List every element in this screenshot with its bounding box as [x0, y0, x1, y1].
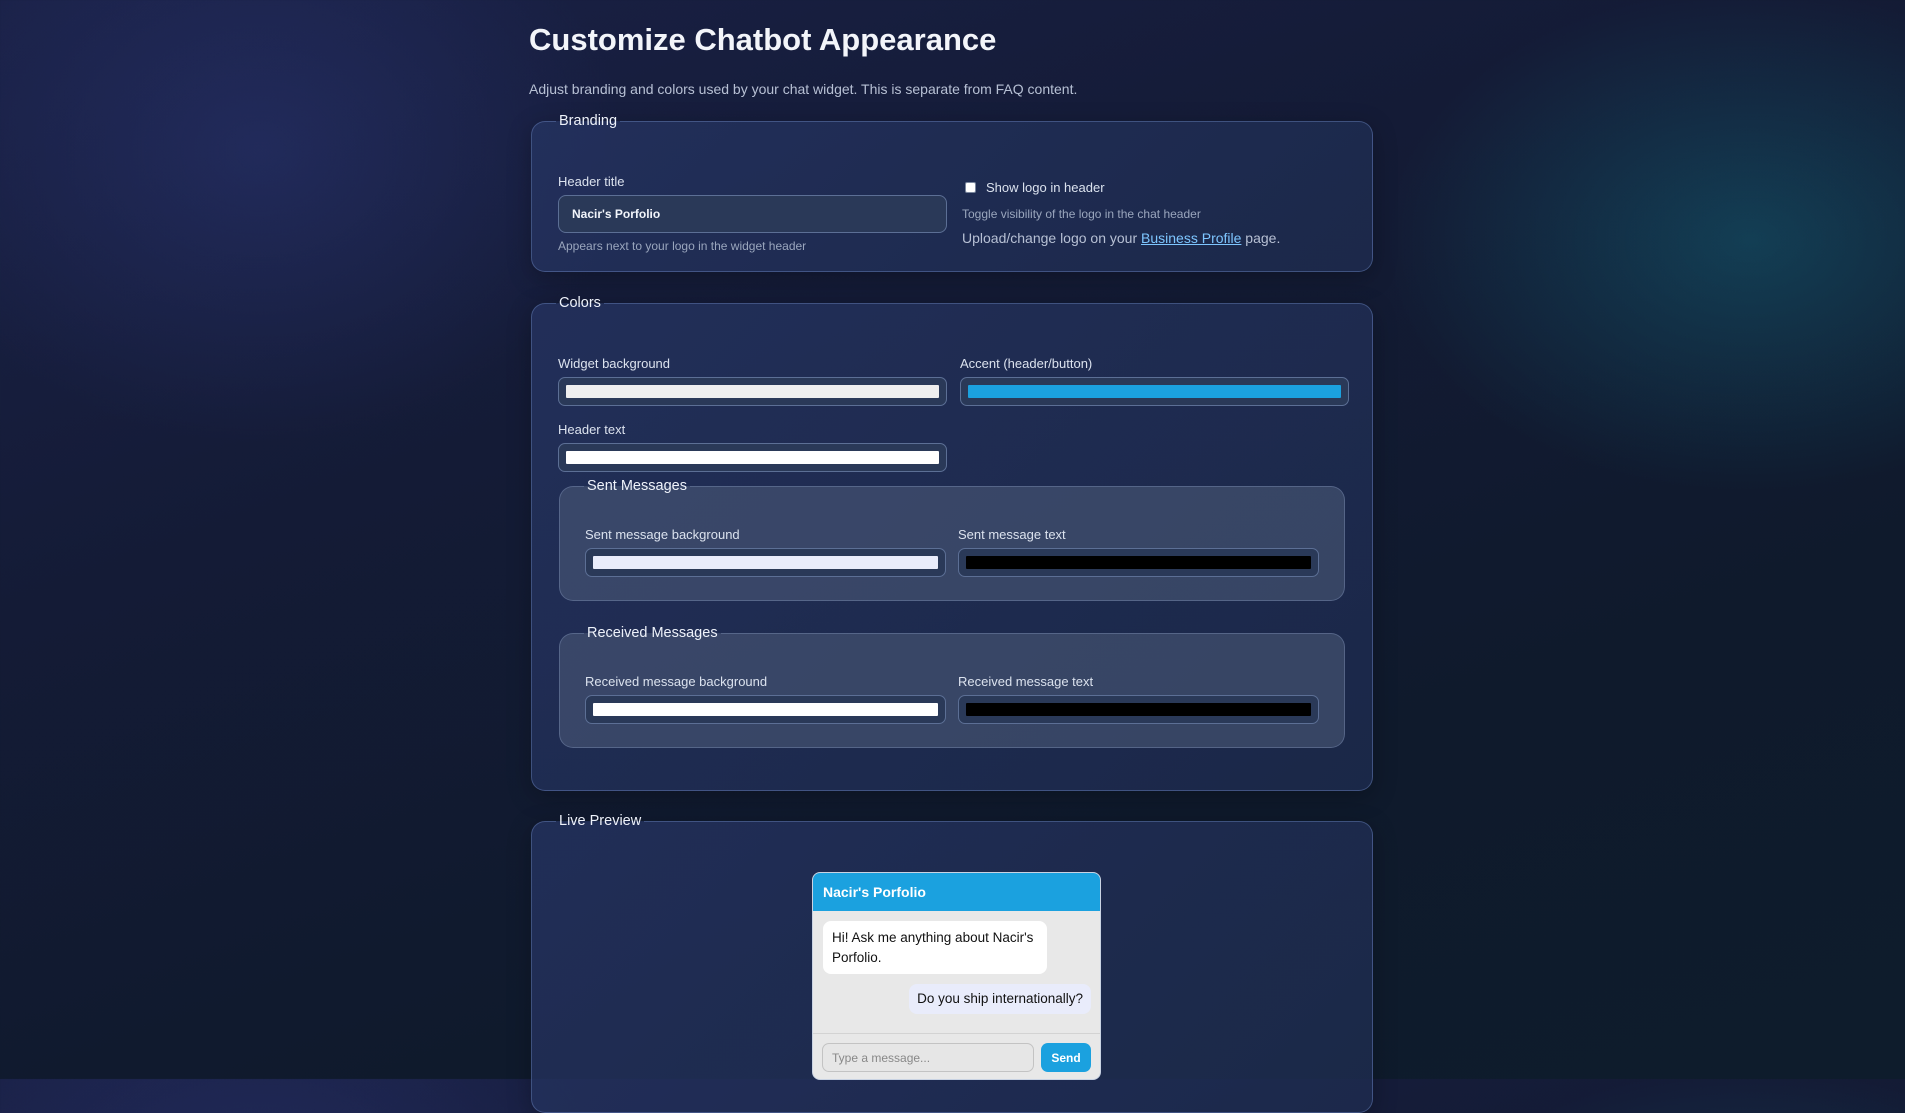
- header-text-swatch: [566, 451, 939, 464]
- received-messages-section: Received Messages Received message backg…: [559, 625, 1345, 748]
- preview-message-input[interactable]: [822, 1043, 1034, 1072]
- sent-text-color-input[interactable]: [958, 548, 1319, 577]
- header-title-label: Header title: [558, 174, 625, 189]
- business-profile-link[interactable]: Business Profile: [1141, 230, 1241, 246]
- accent-color-input[interactable]: [960, 377, 1349, 406]
- widget-footer: Send: [813, 1033, 1100, 1079]
- page-title: Customize Chatbot Appearance: [529, 22, 997, 57]
- sent-text-swatch: [966, 556, 1311, 569]
- widget-background-color-input[interactable]: [558, 377, 947, 406]
- sent-message-bubble: Do you ship internationally?: [909, 984, 1091, 1014]
- branding-legend: Branding: [559, 113, 618, 129]
- live-preview-legend: Live Preview: [559, 813, 642, 829]
- sent-background-color-input[interactable]: [585, 548, 946, 577]
- sent-text-label: Sent message text: [958, 527, 1066, 542]
- colors-legend: Colors: [559, 295, 601, 311]
- sent-background-swatch: [593, 556, 938, 569]
- received-messages-legend: Received Messages: [587, 625, 718, 641]
- received-text-color-input[interactable]: [958, 695, 1319, 724]
- received-message-bubble: Hi! Ask me anything about Nacir's Porfol…: [823, 921, 1047, 974]
- received-background-label: Received message background: [585, 674, 768, 689]
- colors-section: Colors Widget background Accent (header/…: [531, 295, 1373, 791]
- upload-text-before: Upload/change logo on your: [962, 230, 1142, 246]
- upload-text-after: page.: [1241, 230, 1281, 246]
- show-logo-label[interactable]: Show logo in header: [986, 180, 1105, 195]
- page-subtitle: Adjust branding and colors used by your …: [529, 81, 1078, 97]
- widget-background-swatch: [566, 385, 939, 398]
- sent-messages-section: Sent Messages Sent message background Se…: [559, 478, 1345, 601]
- received-text-swatch: [966, 703, 1311, 716]
- sent-background-label: Sent message background: [585, 527, 740, 542]
- branding-section: Branding Header title Appears next to yo…: [531, 113, 1373, 272]
- received-background-color-input[interactable]: [585, 695, 946, 724]
- received-text-label: Received message text: [958, 674, 1094, 689]
- header-text-color-label: Header text: [558, 422, 626, 437]
- widget-header-title: Nacir's Porfolio: [813, 873, 1100, 911]
- received-background-swatch: [593, 703, 938, 716]
- chat-widget-preview: Nacir's Porfolio Hi! Ask me anything abo…: [812, 872, 1101, 1080]
- header-title-hint: Appears next to your logo in the widget …: [558, 239, 807, 253]
- accent-color-label: Accent (header/button): [960, 356, 1093, 371]
- accent-swatch: [968, 385, 1341, 398]
- sent-messages-legend: Sent Messages: [587, 478, 687, 494]
- upload-logo-note: Upload/change logo on your Business Prof…: [962, 230, 1280, 246]
- widget-background-label: Widget background: [558, 356, 671, 371]
- header-text-color-input[interactable]: [558, 443, 947, 472]
- show-logo-checkbox[interactable]: [965, 182, 976, 193]
- preview-send-button[interactable]: Send: [1041, 1043, 1091, 1072]
- show-logo-hint: Toggle visibility of the logo in the cha…: [962, 207, 1201, 221]
- header-title-input[interactable]: [558, 195, 947, 233]
- live-preview-section: Live Preview Nacir's Porfolio Hi! Ask me…: [531, 813, 1373, 1113]
